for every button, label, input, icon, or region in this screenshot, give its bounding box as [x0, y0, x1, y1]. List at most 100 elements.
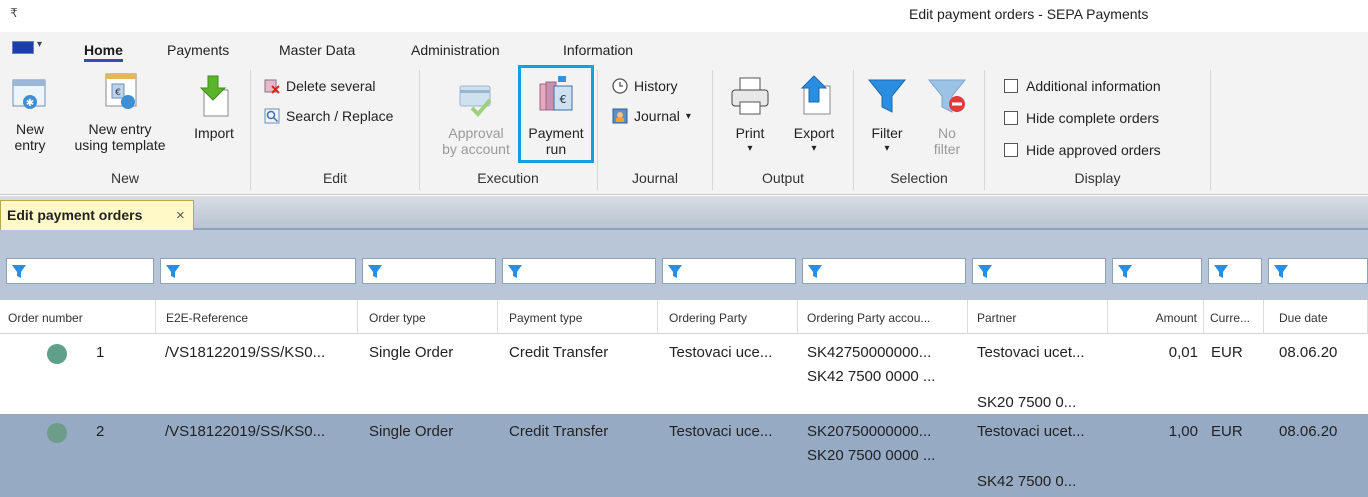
- tab-home[interactable]: Home: [84, 42, 123, 62]
- hide-complete-orders-checkbox[interactable]: Hide complete orders: [1004, 110, 1159, 126]
- quick-access-toolbar-icon[interactable]: ₹: [10, 6, 18, 20]
- checkbox-box[interactable]: [1004, 111, 1018, 125]
- order-type: Single Order: [369, 344, 454, 361]
- filter-icon: [508, 265, 522, 278]
- svg-text:€: €: [115, 88, 121, 98]
- chevron-down-icon[interactable]: ▾: [37, 39, 42, 50]
- filter-icon: [978, 265, 992, 278]
- payment-orders-grid: Order number E2E-Reference Order type Pa…: [0, 230, 1368, 497]
- partner: Testovaci ucet...: [977, 423, 1085, 440]
- clock-icon: [612, 78, 628, 94]
- window-title: Edit payment orders - SEPA Payments: [909, 6, 1149, 22]
- column-filter-input[interactable]: [362, 258, 496, 284]
- order-number: 1: [96, 344, 105, 361]
- column-header-payment-type[interactable]: Payment type: [498, 300, 658, 334]
- chevron-down-icon: ▾: [747, 143, 753, 154]
- approval-by-account-button[interactable]: Approval by account: [436, 78, 516, 157]
- payment-run-highlight: [518, 65, 594, 163]
- column-filter-input[interactable]: [1112, 258, 1202, 284]
- journal-icon: [612, 108, 628, 124]
- history-button[interactable]: History: [612, 78, 678, 94]
- delete-several-button[interactable]: Delete several: [264, 78, 376, 94]
- printer-icon: [731, 77, 769, 115]
- column-header-e2e-reference[interactable]: E2E-Reference: [156, 300, 358, 334]
- no-filter-icon: [927, 79, 967, 113]
- column-filter-input[interactable]: [1208, 258, 1262, 284]
- journal-button[interactable]: Journal ▾: [612, 108, 691, 124]
- ribbon: ✱ New entry € New entry using template I…: [0, 62, 1368, 195]
- column-header-order-type[interactable]: Order type: [358, 300, 498, 334]
- ordering-party-iban: SK42 7500 0000 ...: [807, 368, 936, 385]
- column-header-partner[interactable]: Partner: [968, 300, 1108, 334]
- new-entry-template-label: New entry using template: [74, 121, 166, 153]
- table-row[interactable]: 2 /VS18122019/SS/KS0... Single Order Cre…: [0, 414, 1368, 497]
- order-type: Single Order: [369, 423, 454, 440]
- column-header-ordering-party-account[interactable]: Ordering Party accou...: [798, 300, 968, 334]
- column-header-currency[interactable]: Curre...: [1204, 300, 1264, 334]
- column-filter-input[interactable]: [662, 258, 796, 284]
- e2e-reference: /VS18122019/SS/KS0...: [165, 344, 326, 361]
- ordering-party: Testovaci uce...: [669, 344, 773, 361]
- chevron-down-icon: ▾: [811, 143, 817, 154]
- column-filter-input[interactable]: [160, 258, 356, 284]
- group-label-selection: Selection: [890, 170, 948, 186]
- filter-icon: [1214, 265, 1228, 278]
- column-header-ordering-party[interactable]: Ordering Party: [658, 300, 798, 334]
- checkbox-box[interactable]: [1004, 79, 1018, 93]
- ribbon-divider: [1210, 70, 1211, 190]
- export-button[interactable]: Export ▾: [786, 74, 842, 157]
- tab-payments[interactable]: Payments: [167, 42, 229, 58]
- hide-approved-orders-label: Hide approved orders: [1026, 142, 1161, 158]
- search-replace-button[interactable]: Search / Replace: [264, 108, 393, 124]
- svg-text:✱: ✱: [26, 98, 34, 109]
- tab-administration[interactable]: Administration: [411, 42, 500, 58]
- group-label-new: New: [110, 170, 139, 186]
- filter-icon: [12, 265, 26, 278]
- column-filter-input[interactable]: [6, 258, 154, 284]
- column-header-amount[interactable]: Amount: [1108, 300, 1204, 334]
- checkbox-box[interactable]: [1004, 143, 1018, 157]
- tab-label: Edit payment orders: [7, 207, 143, 223]
- tab-edit-payment-orders[interactable]: Edit payment orders ×: [0, 200, 194, 230]
- import-button[interactable]: Import: [186, 74, 242, 141]
- column-header-due-date[interactable]: Due date: [1264, 300, 1368, 334]
- additional-information-checkbox[interactable]: Additional information: [1004, 78, 1161, 94]
- no-filter-button[interactable]: No filter: [922, 74, 972, 157]
- history-label: History: [634, 78, 678, 94]
- eu-flag-icon[interactable]: [12, 41, 34, 54]
- new-entry-template-button[interactable]: € New entry using template: [60, 70, 180, 153]
- filter-icon: [166, 265, 180, 278]
- group-label-edit: Edit: [322, 170, 348, 186]
- partner: Testovaci ucet...: [977, 344, 1085, 361]
- column-filter-input[interactable]: [802, 258, 966, 284]
- new-entry-label: New entry: [14, 121, 46, 153]
- due-date: 08.06.20: [1279, 423, 1338, 440]
- status-indicator: [47, 423, 67, 443]
- amount: 0,01: [1168, 344, 1198, 361]
- filter-label: Filter: [871, 125, 903, 141]
- column-header-order-number[interactable]: Order number: [0, 300, 156, 334]
- additional-information-label: Additional information: [1026, 78, 1161, 94]
- column-filter-input[interactable]: [972, 258, 1106, 284]
- tab-master-data[interactable]: Master Data: [279, 42, 355, 58]
- currency: EUR: [1211, 423, 1243, 440]
- approval-icon: [459, 85, 492, 117]
- filter-button[interactable]: Filter ▾: [862, 74, 912, 157]
- no-filter-label: No filter: [933, 125, 961, 157]
- ordering-party-account: SK42750000000...: [807, 344, 932, 361]
- tab-information[interactable]: Information: [563, 42, 633, 58]
- print-button[interactable]: Print ▾: [724, 74, 776, 157]
- column-filter-input[interactable]: [1268, 258, 1368, 284]
- table-row[interactable]: 1 /VS18122019/SS/KS0... Single Order Cre…: [0, 334, 1368, 414]
- new-entry-button[interactable]: ✱ New entry: [8, 74, 52, 153]
- ordering-party-iban: SK20 7500 0000 ...: [807, 447, 936, 464]
- filter-icon: [1274, 265, 1288, 278]
- close-icon[interactable]: ×: [176, 207, 185, 224]
- filter-icon: [867, 79, 907, 113]
- hide-approved-orders-checkbox[interactable]: Hide approved orders: [1004, 142, 1161, 158]
- filter-icon: [668, 265, 682, 278]
- export-label: Export: [793, 125, 835, 141]
- chevron-down-icon: ▾: [685, 110, 691, 122]
- currency: EUR: [1211, 344, 1243, 361]
- column-filter-input[interactable]: [502, 258, 656, 284]
